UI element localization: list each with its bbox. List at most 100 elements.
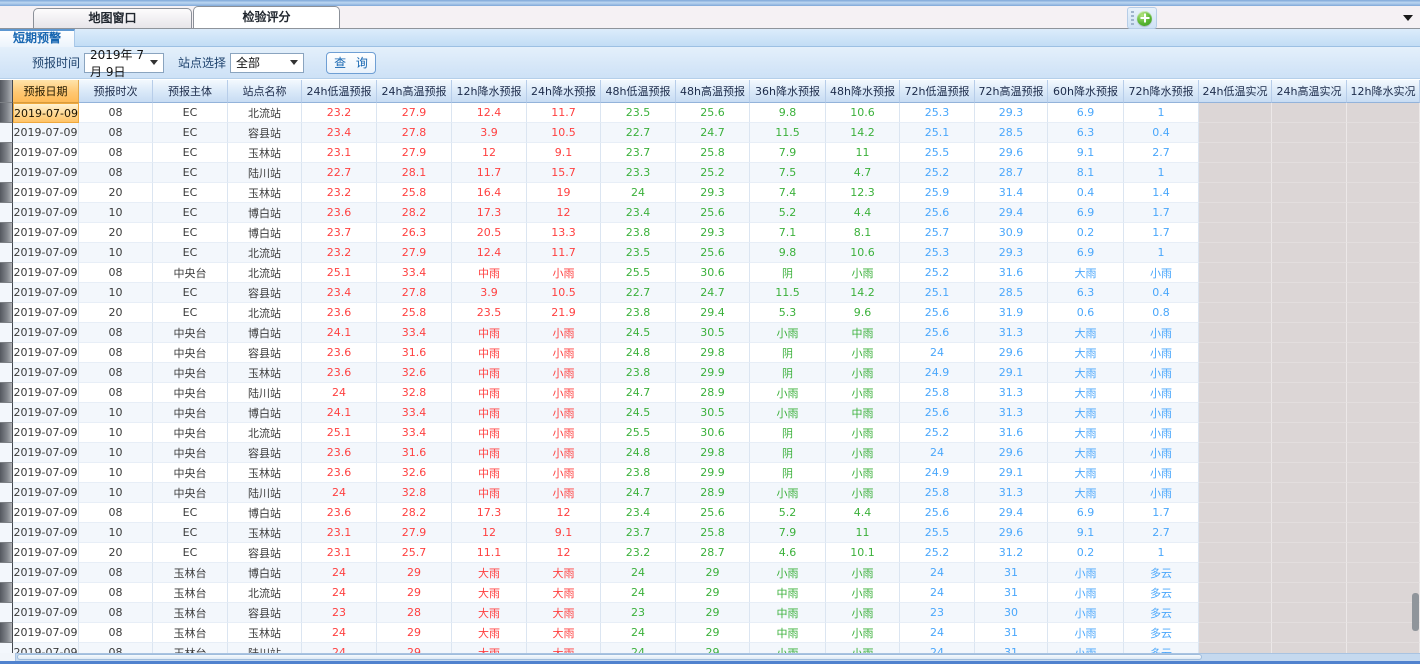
cell[interactable]: 7.9 [750, 523, 826, 543]
cell[interactable]: 25.6 [676, 203, 750, 223]
observed-empty-cell[interactable] [1199, 323, 1272, 343]
cell[interactable]: 阴 [750, 423, 826, 443]
observed-empty-cell[interactable] [1347, 603, 1420, 623]
observed-empty-cell[interactable] [1347, 463, 1420, 483]
observed-empty-cell[interactable] [1199, 183, 1272, 203]
row-gutter[interactable] [0, 343, 13, 363]
observed-empty-cell[interactable] [1272, 103, 1347, 123]
observed-empty-cell[interactable] [1347, 283, 1420, 303]
cell[interactable]: 08 [79, 163, 153, 183]
cell[interactable]: 阴 [750, 363, 826, 383]
cell[interactable]: 小雨 [826, 603, 900, 623]
cell[interactable]: 2.7 [1124, 523, 1199, 543]
observed-empty-cell[interactable] [1272, 283, 1347, 303]
cell[interactable]: 29 [676, 603, 750, 623]
cell[interactable]: 中央台 [153, 323, 228, 343]
cell[interactable]: 1.7 [1124, 203, 1199, 223]
cell[interactable]: 08 [79, 363, 153, 383]
cell[interactable]: 23.6 [302, 303, 377, 323]
cell[interactable]: 小雨 [1124, 403, 1199, 423]
table-row[interactable]: 2019-07-0908中央台玉林站23.632.6中雨小雨23.829.9阴小… [0, 363, 1420, 383]
cell[interactable]: 1 [1124, 163, 1199, 183]
cell[interactable]: 10.1 [826, 543, 900, 563]
cell[interactable]: 小雨 [826, 623, 900, 643]
row-gutter[interactable] [0, 423, 13, 443]
observed-empty-cell[interactable] [1272, 503, 1347, 523]
cell[interactable]: 小雨 [1124, 463, 1199, 483]
cell[interactable]: 28.2 [377, 203, 452, 223]
observed-empty-cell[interactable] [1347, 343, 1420, 363]
cell[interactable]: 小雨 [826, 423, 900, 443]
cell[interactable]: 博白站 [228, 323, 302, 343]
cell[interactable]: 24 [900, 643, 975, 653]
cell[interactable]: 5.2 [750, 203, 826, 223]
cell[interactable]: 玉林站 [228, 623, 302, 643]
cell[interactable]: 30.9 [975, 223, 1048, 243]
cell[interactable]: 多云 [1124, 643, 1199, 653]
observed-empty-cell[interactable] [1347, 583, 1420, 603]
cell[interactable]: 28.9 [676, 483, 750, 503]
cell[interactable]: 0.2 [1048, 543, 1124, 563]
cell[interactable]: 北流站 [228, 103, 302, 123]
cell[interactable]: 23.1 [302, 143, 377, 163]
vertical-scrollbar-thumb[interactable] [1412, 593, 1419, 631]
cell[interactable]: 31.9 [975, 303, 1048, 323]
cell[interactable]: 08 [79, 123, 153, 143]
cell[interactable]: 29 [676, 643, 750, 653]
cell[interactable]: 23.2 [302, 103, 377, 123]
cell[interactable]: 25.2 [900, 163, 975, 183]
cell[interactable]: 大雨 [527, 563, 601, 583]
cell[interactable]: 6.9 [1048, 103, 1124, 123]
cell[interactable]: 容县站 [228, 123, 302, 143]
cell[interactable]: 北流站 [228, 583, 302, 603]
cell[interactable]: 29.6 [975, 523, 1048, 543]
column-header[interactable]: 预报日期 [13, 80, 79, 103]
cell[interactable]: 29.4 [975, 503, 1048, 523]
cell[interactable]: 30.5 [676, 323, 750, 343]
cell[interactable]: 小雨 [527, 263, 601, 283]
cell[interactable]: 中雨 [452, 363, 527, 383]
cell[interactable]: 2019-07-09 [13, 543, 79, 563]
table-row[interactable]: 2019-07-0908EC陆川站22.728.111.715.723.325.… [0, 163, 1420, 183]
cell[interactable]: 中雨 [452, 463, 527, 483]
cell[interactable]: 23.2 [302, 183, 377, 203]
cell[interactable]: 20 [79, 303, 153, 323]
cell[interactable]: 10.5 [527, 123, 601, 143]
row-gutter[interactable] [0, 103, 13, 123]
cell[interactable]: EC [153, 163, 228, 183]
station-select[interactable]: 全部 [230, 53, 304, 73]
cell[interactable]: 27.8 [377, 283, 452, 303]
cell[interactable]: 陆川站 [228, 483, 302, 503]
cell[interactable]: 玉林台 [153, 583, 228, 603]
cell[interactable]: 4.4 [826, 203, 900, 223]
table-row[interactable]: 2019-07-0910中央台北流站25.133.4中雨小雨25.530.6阴小… [0, 423, 1420, 443]
cell[interactable]: 9.8 [750, 243, 826, 263]
table-row[interactable]: 2019-07-0920EC博白站23.726.320.513.323.829.… [0, 223, 1420, 243]
cell[interactable]: 23.4 [601, 503, 676, 523]
observed-empty-cell[interactable] [1199, 563, 1272, 583]
horizontal-scrollbar[interactable] [0, 653, 1420, 661]
cell[interactable]: 12.3 [826, 183, 900, 203]
cell[interactable]: 29.1 [975, 463, 1048, 483]
cell[interactable]: 25.6 [900, 323, 975, 343]
cell[interactable]: 25.9 [900, 183, 975, 203]
row-gutter[interactable] [0, 523, 13, 543]
cell[interactable]: 大雨 [527, 643, 601, 653]
cell[interactable]: 24.8 [601, 343, 676, 363]
cell[interactable]: 23.1 [302, 543, 377, 563]
table-row[interactable]: 2019-07-0910EC容县站23.427.83.910.522.724.7… [0, 283, 1420, 303]
observed-empty-cell[interactable] [1272, 643, 1347, 653]
cell[interactable]: 博白站 [228, 203, 302, 223]
observed-empty-cell[interactable] [1199, 123, 1272, 143]
column-header[interactable]: 72h高温预报 [975, 80, 1048, 103]
cell[interactable]: 31.3 [975, 403, 1048, 423]
cell[interactable]: 27.9 [377, 243, 452, 263]
cell[interactable]: 30.6 [676, 423, 750, 443]
cell[interactable]: 31.2 [975, 543, 1048, 563]
cell[interactable]: EC [153, 143, 228, 163]
cell[interactable]: 32.8 [377, 383, 452, 403]
observed-empty-cell[interactable] [1347, 563, 1420, 583]
cell[interactable]: 12 [452, 523, 527, 543]
row-gutter[interactable] [0, 123, 13, 143]
column-header[interactable]: 预报主体 [153, 80, 228, 103]
